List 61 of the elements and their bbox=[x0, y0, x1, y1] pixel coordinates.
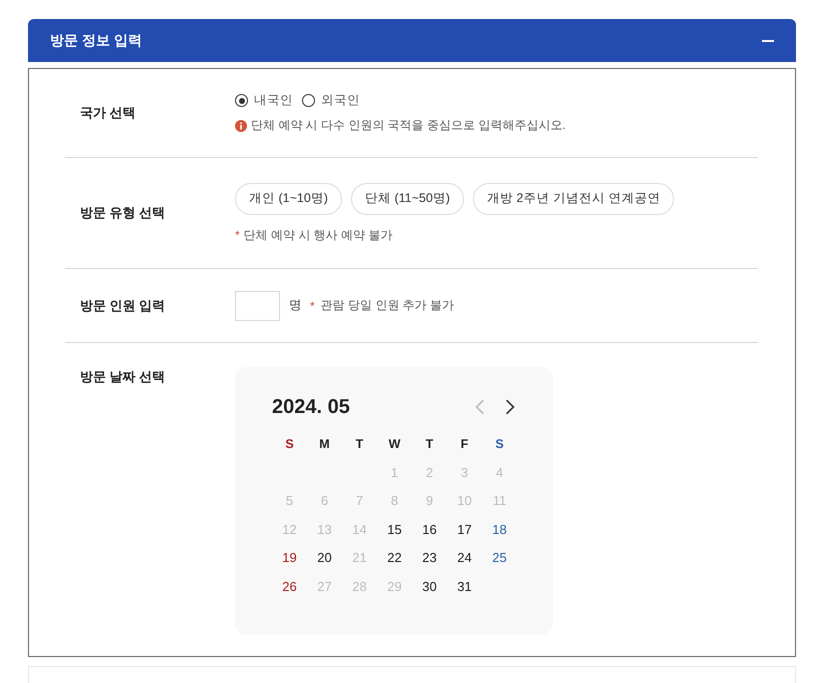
calendar-day: 5 bbox=[286, 493, 294, 508]
calendar-day: 8 bbox=[390, 493, 398, 508]
calendar-day[interactable]: 23 bbox=[422, 550, 437, 566]
calendar-day[interactable]: 17 bbox=[457, 522, 472, 537]
notice-text: 단체 예약 시 다수 인원의 국적을 중심으로 입력해주십시오. bbox=[251, 117, 566, 134]
field-label: 국가 선택 bbox=[79, 104, 137, 122]
calendar-day[interactable]: 19 bbox=[282, 550, 297, 566]
count-input[interactable] bbox=[235, 290, 280, 320]
info-icon bbox=[235, 120, 247, 132]
calendar-day: 10 bbox=[457, 493, 472, 508]
radio-label[interactable]: 외국인 bbox=[321, 92, 360, 109]
radio-label[interactable]: 내국인 bbox=[254, 92, 293, 109]
unit-label: 명 bbox=[289, 297, 302, 314]
weekday-label: T bbox=[426, 437, 434, 451]
field-label: 방문 유형 선택 bbox=[79, 204, 166, 222]
weekday-label: S bbox=[285, 437, 294, 451]
panel-header[interactable]: 방문 정보 입력 bbox=[28, 19, 796, 62]
calendar-day[interactable]: 24 bbox=[457, 550, 472, 566]
weekday-label: S bbox=[495, 437, 504, 451]
calendar-day[interactable]: 30 bbox=[422, 578, 437, 594]
weekday-label: M bbox=[319, 437, 330, 451]
note-text: 관람 당일 인원 추가 불가 bbox=[320, 297, 454, 314]
calendar-day: 21 bbox=[352, 550, 367, 566]
radio-icon[interactable] bbox=[235, 94, 248, 107]
chevron-right-icon[interactable] bbox=[505, 399, 515, 415]
asterisk-mark: * bbox=[235, 228, 240, 242]
weekday-label: W bbox=[388, 437, 400, 451]
calendar-day: 4 bbox=[496, 464, 504, 480]
visit-type-chip[interactable]: 개방 2주년 기념전시 연계공연 bbox=[472, 182, 674, 214]
calendar-month-title: 2024. 05 bbox=[272, 396, 350, 418]
calendar-day[interactable]: 31 bbox=[457, 578, 472, 594]
calendar-day: 1 bbox=[390, 464, 398, 480]
field-label: 방문 날짜 선택 bbox=[79, 368, 166, 386]
calendar-day[interactable]: 25 bbox=[492, 550, 507, 566]
calendar-day: 27 bbox=[317, 578, 332, 594]
calendar-day[interactable]: 16 bbox=[422, 522, 437, 537]
weekday-label: F bbox=[460, 437, 468, 451]
calendar-day: 2 bbox=[426, 464, 434, 480]
asterisk-mark: * bbox=[310, 298, 315, 312]
calendar-day: 11 bbox=[492, 493, 506, 508]
radio-icon[interactable] bbox=[302, 94, 315, 107]
calendar-day[interactable]: 18 bbox=[492, 522, 507, 537]
calendar-day: 9 bbox=[426, 493, 434, 508]
calendar-day[interactable]: 26 bbox=[282, 578, 297, 594]
calendar-day: 29 bbox=[387, 578, 402, 594]
calendar-day: 14 bbox=[352, 522, 367, 537]
calendar-day: 28 bbox=[352, 578, 367, 594]
calendar-day: 6 bbox=[320, 493, 328, 508]
calendar-day[interactable]: 20 bbox=[317, 550, 332, 566]
visit-type-chip[interactable]: 개인 (1~10명) bbox=[235, 182, 342, 214]
note-text: 단체 예약 시 행사 예약 불가 bbox=[244, 226, 392, 244]
field-label: 방문 인원 입력 bbox=[79, 296, 166, 314]
calendar-day: 3 bbox=[460, 464, 468, 480]
calendar-day[interactable]: 22 bbox=[387, 550, 402, 566]
calendar-day: 7 bbox=[356, 493, 364, 508]
visit-type-chip[interactable]: 단체 (11~50명) bbox=[350, 182, 464, 214]
panel-title: 방문 정보 입력 bbox=[50, 32, 142, 50]
weekday-label: T bbox=[356, 437, 364, 451]
calendar-day: 13 bbox=[317, 522, 332, 537]
calendar-day[interactable]: 15 bbox=[387, 522, 402, 537]
calendar-day: 12 bbox=[282, 522, 297, 537]
